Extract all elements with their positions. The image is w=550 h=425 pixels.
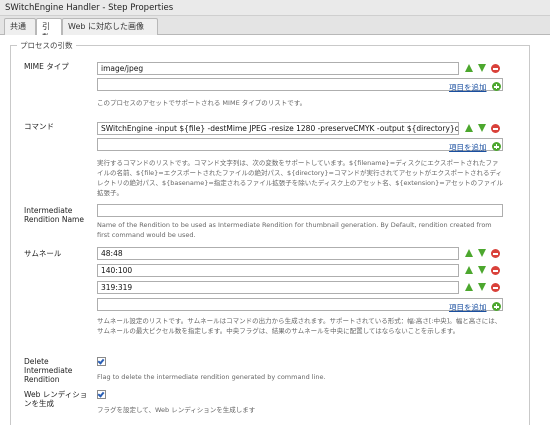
mime-type-label: MIME タイプ: [24, 62, 69, 71]
tab-common[interactable]: 共通: [4, 18, 36, 35]
mime-type-input[interactable]: [97, 78, 503, 91]
command-label: コマンド: [24, 122, 54, 131]
intermediate-rendition-input[interactable]: [97, 204, 503, 217]
up-arrow-icon[interactable]: [465, 283, 473, 291]
window-title: SWitchEngine Handler - Step Properties: [5, 3, 174, 13]
tab-arguments[interactable]: 引数: [36, 18, 62, 42]
thumbnails-label: サムネール: [24, 249, 62, 258]
intermediate-rendition-label: Intermediate Rendition Name: [24, 206, 84, 224]
check-icon: [97, 390, 105, 398]
add-icon[interactable]: [492, 82, 501, 91]
mime-type-description: このプロセスのアセットでサポートされる MIME タイプのリストです。: [97, 99, 307, 107]
down-arrow-icon[interactable]: [478, 124, 486, 132]
remove-icon[interactable]: [491, 249, 500, 258]
thumbnail-input[interactable]: 140:100: [97, 264, 459, 277]
command-input[interactable]: [97, 138, 503, 151]
add-item-link[interactable]: 項目を追加: [449, 82, 487, 93]
thumbnails-description: サムネール設定のリストです。サムネールはコマンドの出力から生成されます。サポート…: [97, 317, 502, 335]
intermediate-rendition-description: Name of the Rendition to be used as Inte…: [97, 221, 492, 239]
up-arrow-icon[interactable]: [465, 64, 473, 72]
thumbnail-input[interactable]: 319:319: [97, 281, 459, 294]
down-arrow-icon[interactable]: [478, 64, 486, 72]
tab-web-image[interactable]: Web に対応した画像: [62, 18, 158, 35]
add-item-link[interactable]: 項目を追加: [449, 302, 487, 313]
add-icon[interactable]: [492, 142, 501, 151]
command-description: 実行するコマンドのリストです。コマンド文字列は、次の変数をサポートしています。$…: [97, 159, 504, 197]
up-arrow-icon[interactable]: [465, 249, 473, 257]
check-icon: [97, 357, 105, 365]
web-rendition-checkbox[interactable]: [97, 390, 106, 399]
mime-type-input[interactable]: image/jpeg: [97, 62, 459, 75]
add-item-link[interactable]: 項目を追加: [449, 142, 487, 153]
remove-icon[interactable]: [491, 266, 500, 275]
up-arrow-icon[interactable]: [465, 124, 473, 132]
fieldset-legend: プロセスの引数: [17, 40, 76, 51]
thumbnail-input[interactable]: [97, 298, 503, 311]
web-rendition-description: フラグを設定して、Web レンディションを生成します: [97, 406, 256, 414]
delete-intermediate-description: Flag to delete the intermediate renditio…: [97, 373, 326, 381]
down-arrow-icon[interactable]: [478, 266, 486, 274]
delete-intermediate-checkbox[interactable]: [97, 357, 106, 366]
remove-icon[interactable]: [491, 124, 500, 133]
delete-intermediate-label: Delete Intermediate Rendition: [24, 357, 73, 384]
add-icon[interactable]: [492, 302, 501, 311]
web-rendition-label: Web レンディションを生成: [24, 390, 88, 408]
tab-bar: 共通 引数 Web に対応した画像: [0, 16, 550, 42]
down-arrow-icon[interactable]: [478, 249, 486, 257]
remove-icon[interactable]: [491, 64, 500, 73]
tab-content: プロセスの引数 MIME タイプ image/jpeg 項目を追加 このプロセス…: [0, 35, 550, 425]
command-input[interactable]: SWitchEngine -input ${file} -destMime JP…: [97, 122, 459, 135]
tab-label: 共通: [10, 22, 26, 31]
window-title-bar: SWitchEngine Handler - Step Properties: [0, 0, 550, 16]
tab-label: Web に対応した画像: [68, 22, 144, 31]
remove-icon[interactable]: [491, 283, 500, 292]
down-arrow-icon[interactable]: [478, 283, 486, 291]
up-arrow-icon[interactable]: [465, 266, 473, 274]
thumbnail-input[interactable]: 48:48: [97, 247, 459, 260]
